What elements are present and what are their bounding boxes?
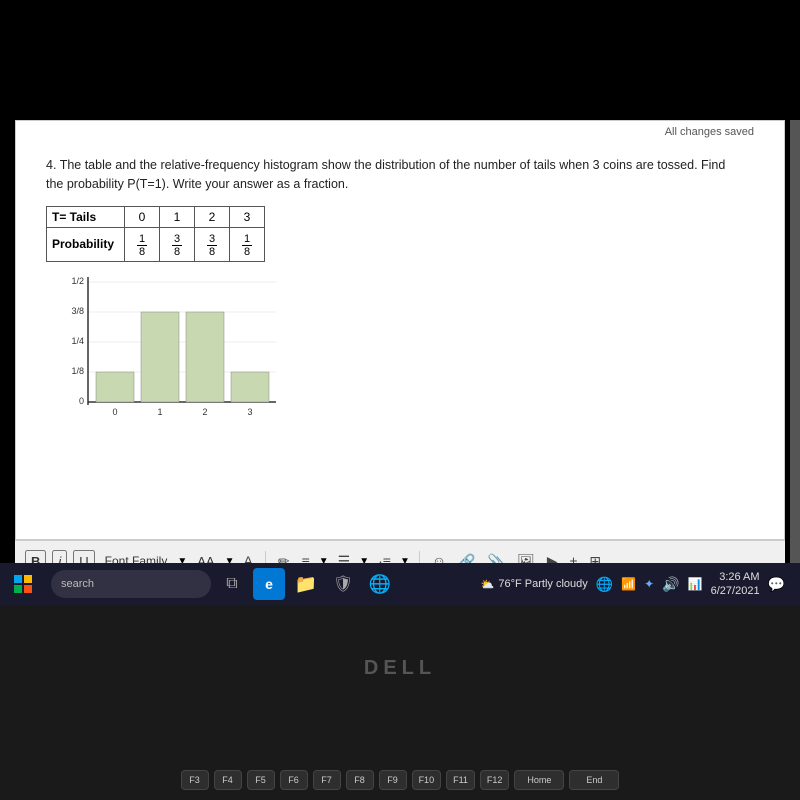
monitor-area: All changes saved 4. The table and the r… [15,120,785,540]
key-f12[interactable]: F12 [480,770,510,790]
search-placeholder: search [61,578,94,590]
table-col-2: 2 [195,206,230,227]
fraction-1-8-a: 1 8 [137,233,147,258]
edge-icon[interactable]: e [253,568,285,600]
weather-icon: ⛅ [481,578,495,591]
x-label-2: 2 [202,407,207,417]
dell-logo-container: DELL [364,657,436,680]
histogram-bar-3 [231,372,269,402]
chrome-icon[interactable]: 🌐 [364,568,396,600]
dell-logo: DELL [364,657,436,679]
time-display: 3:26 AM [711,570,760,584]
table-header-tails: T= Tails [47,206,125,227]
taskbar-search[interactable]: search [51,570,211,598]
question-body: The table and the relative-frequency his… [46,158,725,191]
top-black-area [0,0,800,120]
file-explorer-icon[interactable]: 📁 [290,568,322,600]
start-button[interactable] [5,566,41,602]
network-bars-icon[interactable]: 📊 [688,577,703,591]
key-end[interactable]: End [569,770,619,790]
question-text: 4. The table and the relative-frequency … [46,156,746,194]
probability-table: T= Tails 0 1 2 3 Probability 1 8 [46,206,265,262]
weather-text: 76°F Partly cloudy [498,578,587,590]
key-f8[interactable]: F8 [346,770,374,790]
taskbar-right: ⛅ 76°F Partly cloudy 🌐 📶 ✦ 🔊 📊 3:26 AM 6… [481,570,795,599]
network-icon[interactable]: 🌐 [596,576,613,593]
table-col-3: 3 [230,206,265,227]
svg-text:3/8: 3/8 [71,306,84,316]
screen: All changes saved 4. The table and the r… [0,0,800,800]
x-label-0: 0 [112,407,117,417]
key-f3[interactable]: F3 [181,770,209,790]
saved-indicator: All changes saved [665,126,754,138]
histogram-bar-1 [141,312,179,402]
windows-icon [13,574,33,594]
key-f11[interactable]: F11 [446,770,475,790]
wifi-icon[interactable]: 📶 [621,577,636,591]
histogram-bar-0 [96,372,134,402]
taskbar: search ⧉ e 📁 🛡 🌐 ⛅ 76°F Partly cloudy 🌐 … [0,563,800,605]
shield-icon[interactable]: 🛡 [327,568,359,600]
key-f9[interactable]: F9 [379,770,407,790]
table-prob-2: 3 8 [195,227,230,261]
svg-text:1/4: 1/4 [71,336,84,346]
svg-text:1/2: 1/2 [71,276,84,286]
key-f4[interactable]: F4 [214,770,242,790]
clock: 3:26 AM 6/27/2021 [711,570,760,599]
key-f10[interactable]: F10 [412,770,442,790]
key-f5[interactable]: F5 [247,770,275,790]
x-label-3: 3 [247,407,252,417]
speaker-icon[interactable]: 🔊 [662,576,679,593]
key-f7[interactable]: F7 [313,770,341,790]
date-display: 6/27/2021 [711,584,760,598]
notification-icon[interactable]: 💬 [768,576,785,593]
fraction-1-8-b: 1 8 [242,233,252,258]
weather-info: ⛅ 76°F Partly cloudy [481,578,588,591]
key-home[interactable]: Home [514,770,564,790]
svg-text:0: 0 [79,396,84,406]
fraction-3-8-a: 3 8 [172,233,182,258]
task-view-icon[interactable]: ⧉ [216,568,248,600]
histogram-container: 1/2 3/8 1/4 1/8 0 [66,272,286,432]
document: All changes saved 4. The table and the r… [16,121,784,539]
right-strip [790,120,800,580]
table-prob-0: 1 8 [125,227,160,261]
table-col-0: 0 [125,206,160,227]
histogram-svg: 1/2 3/8 1/4 1/8 0 [66,272,286,432]
table-prob-1: 3 8 [160,227,195,261]
table-prob-3: 1 8 [230,227,265,261]
svg-text:1/8: 1/8 [71,366,84,376]
question-number: 4. [46,158,56,172]
keyboard-area: F3 F4 F5 F6 F7 F8 F9 F10 F11 F12 Home En… [0,605,800,800]
bluetooth-icon[interactable]: ✦ [644,577,654,591]
fraction-3-8-b: 3 8 [207,233,217,258]
x-label-1: 1 [157,407,162,417]
table-row-label: Probability [47,227,125,261]
table-col-1: 1 [160,206,195,227]
histogram-bar-2 [186,312,224,402]
key-f6[interactable]: F6 [280,770,308,790]
